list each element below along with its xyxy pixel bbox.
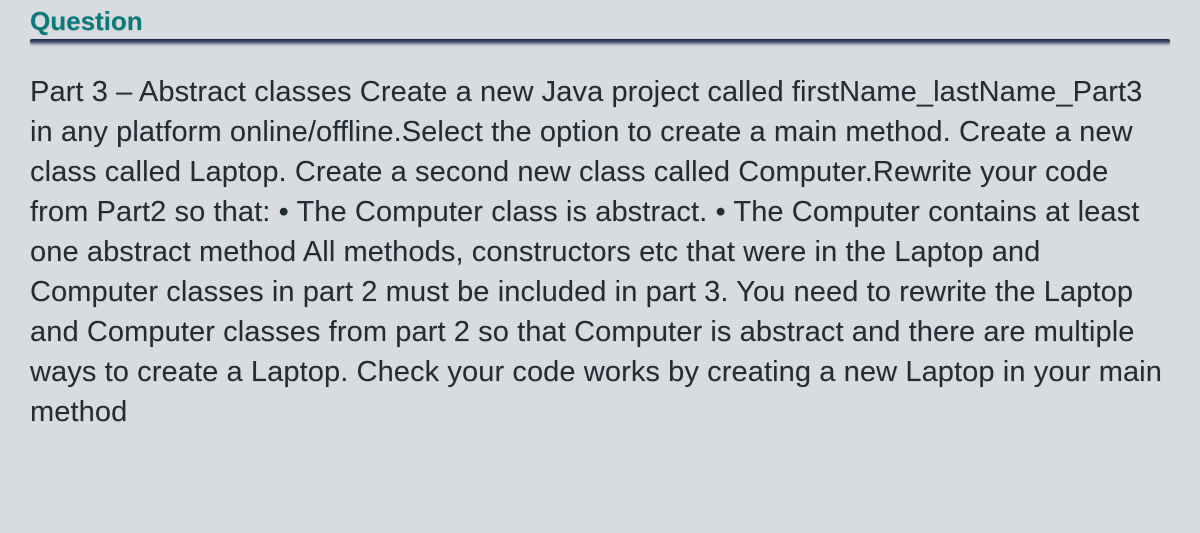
heading-divider bbox=[30, 39, 1170, 44]
question-heading: Question bbox=[30, 6, 1170, 37]
question-body-text: Part 3 – Abstract classes Create a new J… bbox=[30, 72, 1170, 432]
